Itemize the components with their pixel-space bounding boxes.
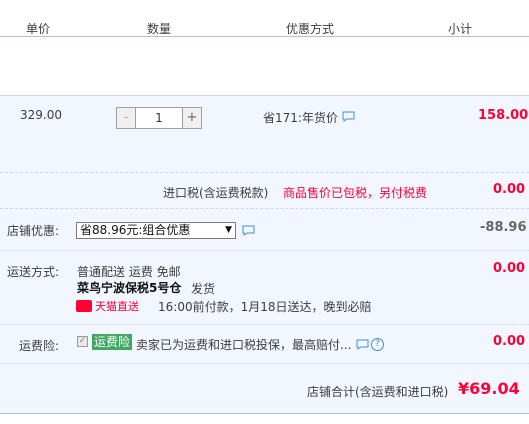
- shipping-ship-word: 发货: [191, 282, 216, 296]
- shipping-warehouse: 菜鸟宁波保税5号仓: [77, 281, 182, 295]
- shop-total-amount: ¥69.04: [458, 379, 520, 398]
- chevron-down-icon: ▼: [225, 225, 232, 235]
- insurance-badge: 运费险: [92, 334, 133, 350]
- shop-total-label: 店铺合计(含运费和进口税): [307, 385, 449, 399]
- comment-icon[interactable]: [242, 225, 255, 236]
- item-discount-text: 省171:年货价: [263, 111, 338, 125]
- quantity-decrease-button[interactable]: -: [117, 108, 136, 128]
- shop-discount-select[interactable]: 省88.96元:组合优惠 ▼: [76, 222, 236, 239]
- shipping-promise: 16:00前付款，1月18日送达，晚到必赔: [158, 300, 372, 314]
- import-tax-amount: 0.00: [493, 182, 526, 197]
- insurance-checkbox[interactable]: ✓: [77, 336, 88, 347]
- shipping-method: 普通配送 运费 免邮: [77, 265, 181, 279]
- comment-icon[interactable]: [342, 111, 355, 122]
- item-row: [0, 95, 529, 173]
- quantity-stepper[interactable]: - 1 +: [116, 107, 202, 129]
- header-subtotal: 小计: [448, 22, 473, 36]
- quantity-increase-button[interactable]: +: [182, 108, 201, 128]
- help-icon[interactable]: ?: [371, 338, 384, 351]
- insurance-description: 卖家已为运费和进口税投保，最高赔付...: [136, 338, 352, 352]
- insurance-label: 运费险:: [19, 339, 60, 353]
- quantity-input[interactable]: 1: [136, 108, 182, 128]
- shop-discount-label: 店铺优惠:: [7, 224, 60, 238]
- shipping-label: 运送方式:: [7, 265, 60, 279]
- header-discount: 优惠方式: [286, 22, 335, 36]
- import-tax-label: 进口税(含运费税款): [163, 186, 269, 200]
- shipping-amount: 0.00: [493, 261, 526, 276]
- table-header: 单价 数量 优惠方式 小计: [0, 0, 529, 37]
- tmall-bag-icon: [76, 300, 92, 312]
- unit-price: 329.00: [20, 108, 62, 122]
- comment-icon[interactable]: [356, 339, 369, 350]
- header-quantity: 数量: [147, 22, 172, 36]
- tmall-direct-badge: 天猫直送: [76, 299, 149, 314]
- shop-discount-amount: -88.96: [480, 220, 527, 235]
- shop-total-row: [0, 364, 529, 414]
- insurance-amount: 0.00: [493, 334, 526, 349]
- import-tax-notice: 商品售价已包税，另付税费: [283, 186, 428, 200]
- header-unit-price: 单价: [26, 22, 51, 36]
- shop-discount-selected: 省88.96元:组合优惠: [80, 223, 191, 237]
- item-subtotal: 158.00: [478, 108, 529, 123]
